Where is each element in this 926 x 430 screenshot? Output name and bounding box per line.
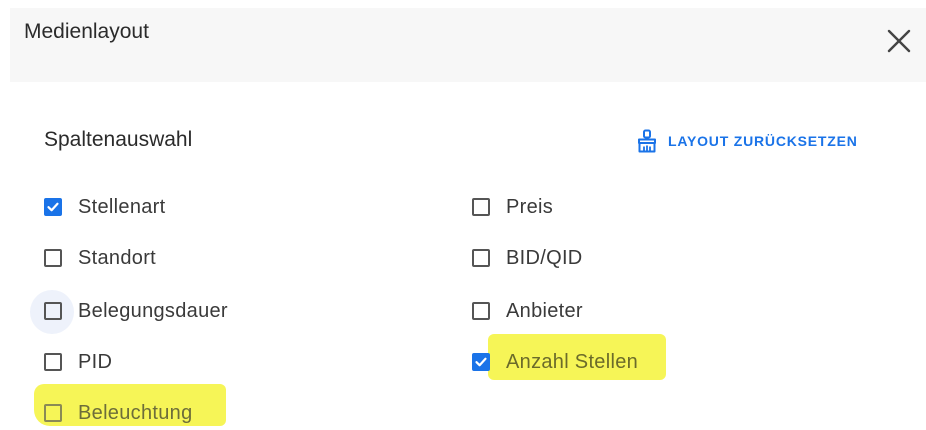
option-standort[interactable]: Standort (44, 243, 156, 273)
reset-layout-label: LAYOUT ZURÜCKSETZEN (668, 133, 858, 149)
option-anzahl-stellen[interactable]: Anzahl Stellen (472, 347, 638, 377)
option-stellenart[interactable]: Stellenart (44, 192, 166, 222)
option-preis[interactable]: Preis (472, 192, 553, 222)
option-belegungsdauer[interactable]: Belegungsdauer (44, 296, 228, 326)
close-icon (887, 29, 911, 53)
checkbox-anbieter[interactable] (472, 302, 490, 320)
option-bid-qid[interactable]: BID/QID (472, 243, 583, 273)
check-icon (475, 357, 487, 367)
checkbox-stellenart[interactable] (44, 198, 62, 216)
dialog-title: Medienlayout (24, 20, 149, 43)
option-label: Beleuchtung (78, 401, 193, 424)
reset-layout-button[interactable]: LAYOUT ZURÜCKSETZEN (636, 126, 858, 156)
option-beleuchtung[interactable]: Beleuchtung (44, 398, 193, 428)
checkbox-preis[interactable] (472, 198, 490, 216)
checkbox-standort[interactable] (44, 249, 62, 267)
option-anbieter[interactable]: Anbieter (472, 296, 583, 326)
checkbox-belegungsdauer[interactable] (44, 302, 62, 320)
section-title: Spaltenauswahl (44, 128, 193, 151)
checkbox-bid-qid[interactable] (472, 249, 490, 267)
option-label: Anbieter (506, 299, 583, 322)
option-label: Belegungsdauer (78, 299, 228, 322)
brush-icon (636, 129, 658, 153)
close-button[interactable] (884, 26, 914, 56)
option-label: Standort (78, 246, 157, 269)
option-pid[interactable]: PID (44, 347, 112, 377)
checkbox-pid[interactable] (44, 353, 62, 371)
option-label: BID/QID (506, 246, 583, 269)
option-label: PID (78, 350, 113, 373)
checkbox-anzahl-stellen[interactable] (472, 353, 490, 371)
dialog-header: Medienlayout (10, 8, 926, 82)
check-icon (47, 202, 59, 212)
option-label: Preis (506, 195, 554, 218)
checkbox-beleuchtung[interactable] (44, 404, 62, 422)
option-label: Stellenart (78, 195, 166, 218)
option-label: Anzahl Stellen (506, 350, 639, 373)
